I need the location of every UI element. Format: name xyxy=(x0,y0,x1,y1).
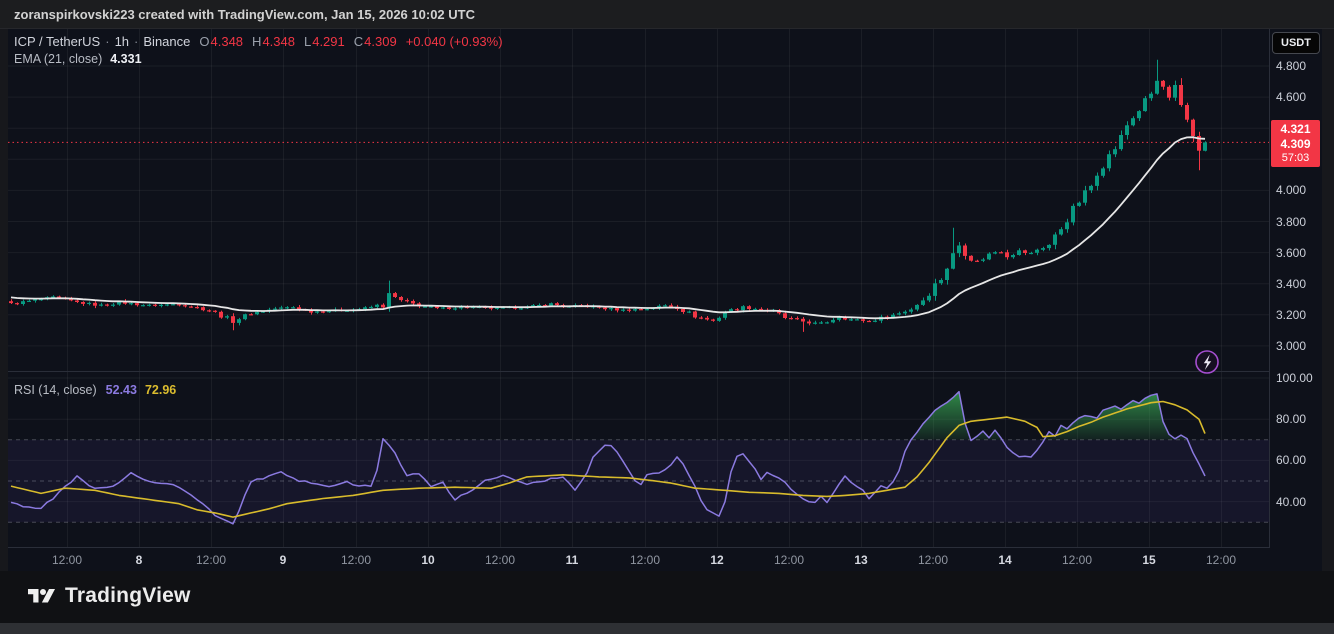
symbol-legend[interactable]: ICP / TetherUS·1h·BinanceO4.348H4.348L4.… xyxy=(14,34,503,49)
ema-value: 4.331 xyxy=(110,52,141,66)
chart-canvas[interactable] xyxy=(0,29,1270,570)
close-value: 4.309 xyxy=(364,34,397,49)
time-axis-day-tick: 8 xyxy=(136,552,143,568)
footer: TradingView xyxy=(0,571,1334,623)
ema-label: EMA (21, close) xyxy=(14,52,102,66)
time-axis-day-tick: 13 xyxy=(854,552,867,568)
close-label: C xyxy=(354,34,363,49)
high-label: H xyxy=(252,34,261,49)
tradingview-logo[interactable]: TradingView xyxy=(28,584,191,608)
badge-last-price: 4.309 xyxy=(1271,137,1320,152)
price-axis-tick: 4.000 xyxy=(1276,182,1306,198)
interval-label: 1h xyxy=(115,34,129,49)
time-axis-day-tick: 14 xyxy=(998,552,1011,568)
time-axis-day-tick: 11 xyxy=(566,552,579,568)
right-margin xyxy=(1322,29,1334,571)
rsi-axis-tick: 60.00 xyxy=(1276,452,1306,468)
rsi-axis-tick: 100.00 xyxy=(1276,370,1313,386)
low-value: 4.291 xyxy=(312,34,345,49)
price-axis-tick: 4.600 xyxy=(1276,89,1306,105)
time-axis[interactable]: 12:00 8 12:00 9 12:00 10 12:00 11 12:00 12 12:00 13… xyxy=(0,550,1270,570)
price-axis-tick: 3.600 xyxy=(1276,245,1306,261)
brand-name: TradingView xyxy=(65,584,191,608)
rsi-label: RSI (14, close) xyxy=(14,383,97,397)
time-axis-hour-tick: 12:00 xyxy=(196,552,226,568)
legend-separator: · xyxy=(134,34,138,49)
open-label: O xyxy=(199,34,209,49)
time-axis-hour-tick: 12:00 xyxy=(1206,552,1236,568)
time-axis-hour-tick: 12:00 xyxy=(341,552,371,568)
badge-countdown: 57:03 xyxy=(1271,152,1320,165)
rsi-axis-tick: 80.00 xyxy=(1276,411,1306,427)
time-axis-hour-tick: 12:00 xyxy=(774,552,804,568)
open-value: 4.348 xyxy=(211,34,244,49)
high-value: 4.348 xyxy=(262,34,295,49)
chart-area: ICP / TetherUS·1h·BinanceO4.348H4.348L4.… xyxy=(0,29,1334,571)
price-axis[interactable]: USDT 4.321 4.309 57:03 4.800 4.600 4.000 3.… xyxy=(1270,29,1322,571)
price-axis-tick: 3.800 xyxy=(1276,214,1306,230)
left-margin xyxy=(0,29,8,571)
price-axis-tick: 3.000 xyxy=(1276,338,1306,354)
lightning-boost-button[interactable] xyxy=(1196,351,1218,373)
rsi-ma-value: 72.96 xyxy=(145,383,176,397)
low-label: L xyxy=(304,34,311,49)
attribution-text: zoranspirkovski223 created with TradingV… xyxy=(14,7,475,22)
change-value: +0.040 (+0.93%) xyxy=(406,34,503,49)
tradingview-screenshot: zoranspirkovski223 created with TradingV… xyxy=(0,0,1334,634)
currency-button[interactable]: USDT xyxy=(1272,32,1320,54)
time-axis-day-tick: 9 xyxy=(280,552,287,568)
time-axis-hour-tick: 12:00 xyxy=(630,552,660,568)
legend-separator: · xyxy=(105,34,109,49)
price-axis-tick: 3.400 xyxy=(1276,276,1306,292)
ema-legend[interactable]: EMA (21, close) 4.331 xyxy=(14,52,142,66)
time-axis-day-tick: 15 xyxy=(1142,552,1155,568)
tradingview-logo-mark xyxy=(28,585,55,608)
time-axis-hour-tick: 12:00 xyxy=(918,552,948,568)
exchange-label: Binance xyxy=(143,34,190,49)
current-price-badge: 4.321 4.309 57:03 xyxy=(1271,120,1320,167)
symbol-name: ICP / TetherUS xyxy=(14,34,100,49)
time-axis-day-tick: 12 xyxy=(710,552,723,568)
price-axis-tick: 3.200 xyxy=(1276,307,1306,323)
rsi-value: 52.43 xyxy=(106,383,137,397)
bottom-strip xyxy=(0,623,1334,634)
time-axis-hour-tick: 12:00 xyxy=(52,552,82,568)
time-axis-day-tick: 10 xyxy=(421,552,434,568)
attribution-bar: zoranspirkovski223 created with TradingV… xyxy=(0,0,1334,29)
time-axis-hour-tick: 12:00 xyxy=(485,552,515,568)
rsi-legend[interactable]: RSI (14, close) 52.43 72.96 xyxy=(14,383,176,397)
price-axis-tick: 4.800 xyxy=(1276,58,1306,74)
rsi-axis-tick: 40.00 xyxy=(1276,494,1306,510)
badge-upper-price: 4.321 xyxy=(1271,122,1320,137)
time-axis-hour-tick: 12:00 xyxy=(1062,552,1092,568)
